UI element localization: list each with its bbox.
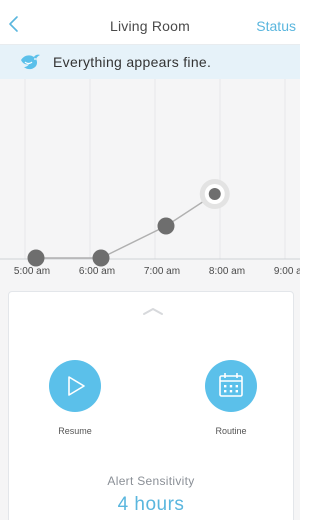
controls-panel: Resume Routine Alert Sensitivity 4 hours <box>8 291 294 520</box>
x-tick-label: 7:00 am <box>144 266 180 277</box>
resume-action[interactable]: Resume <box>35 360 115 436</box>
chevron-up-icon[interactable] <box>142 306 164 316</box>
page-title: Living Room <box>109 18 190 34</box>
nav-header: Living Room Status <box>0 0 300 45</box>
activity-chart-svg: 5:00 am 6:00 am 7:00 am 8:00 am 9:00 am <box>0 79 300 277</box>
x-tick-label: 5:00 am <box>14 266 50 277</box>
calendar-icon <box>219 373 243 397</box>
data-point <box>92 249 110 267</box>
data-point <box>208 188 221 200</box>
routine-button[interactable] <box>205 360 257 412</box>
play-icon <box>68 376 85 396</box>
x-tick-label: 6:00 am <box>79 266 115 277</box>
banner-message: Everything appears fine. <box>53 54 212 70</box>
activity-chart[interactable]: 5:00 am 6:00 am 7:00 am 8:00 am 9:00 am <box>0 79 300 287</box>
routine-label: Routine <box>215 426 247 436</box>
resume-label: Resume <box>58 426 92 436</box>
alert-sensitivity-value[interactable]: 4 hours <box>9 494 293 516</box>
resume-button[interactable] <box>49 360 101 412</box>
alert-sensitivity-label: Alert Sensitivity <box>107 474 195 488</box>
status-button[interactable]: Status <box>256 18 296 34</box>
routine-action[interactable]: Routine <box>191 360 271 436</box>
status-banner: Everything appears fine. <box>0 45 300 79</box>
bird-icon <box>21 54 40 70</box>
x-tick-label: 9:00 am <box>274 266 300 277</box>
series-line <box>36 193 216 259</box>
data-point <box>157 217 175 235</box>
app-screen: Living Room Status Everything appears fi… <box>0 0 300 520</box>
x-tick-label: 8:00 am <box>209 266 245 277</box>
data-point <box>27 249 45 267</box>
